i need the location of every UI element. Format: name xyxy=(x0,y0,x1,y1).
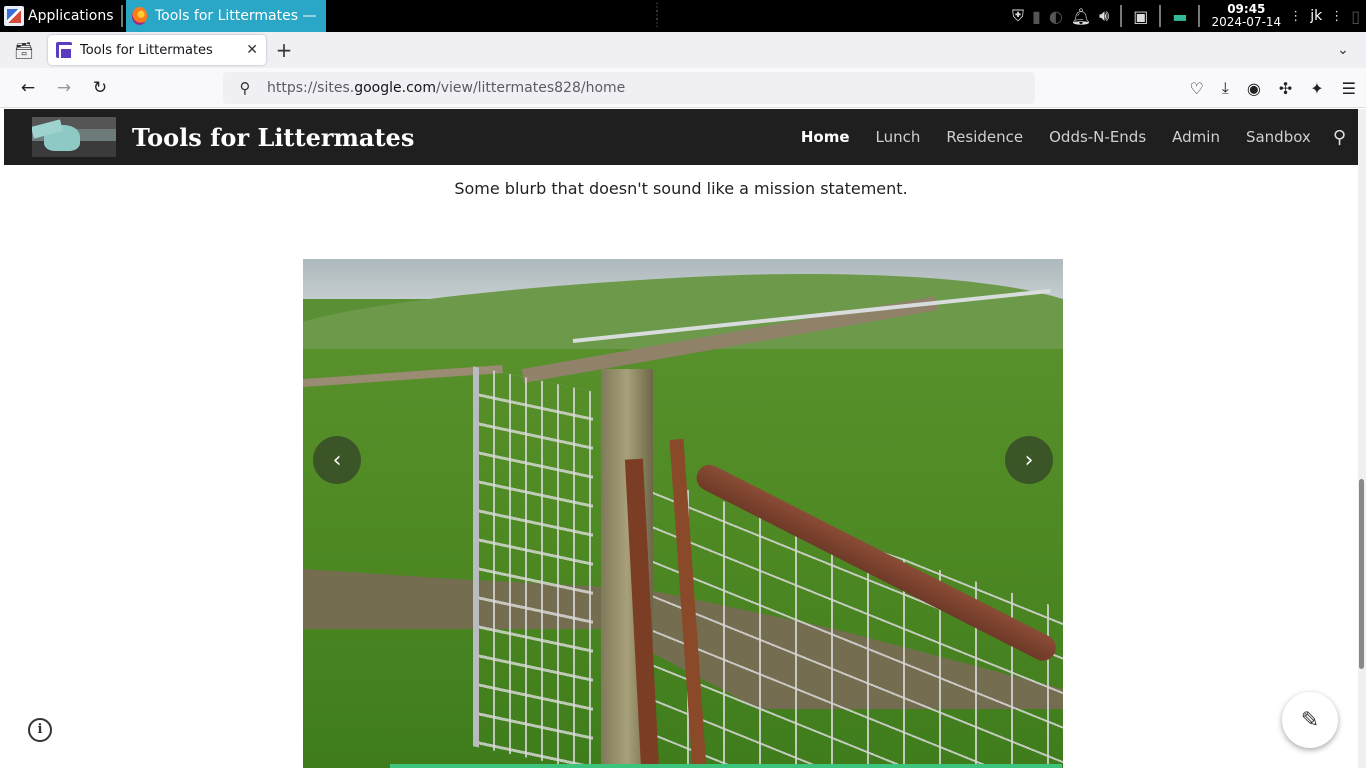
account-icon[interactable]: ◉ xyxy=(1247,79,1261,98)
nav-lunch[interactable]: Lunch xyxy=(876,128,921,146)
url-scheme: https://sites. xyxy=(267,80,355,96)
system-monitor-icon[interactable]: ▣ xyxy=(1133,7,1148,26)
url-bar[interactable]: ⚲ https://sites. google.com/view/litterma… xyxy=(223,72,1035,104)
user-label[interactable]: jk xyxy=(1310,8,1322,24)
shield-icon[interactable]: ⛨ xyxy=(1012,6,1024,26)
back-button[interactable]: ← xyxy=(10,78,46,98)
photo-metal-gate xyxy=(473,366,593,768)
new-tab-button[interactable]: + xyxy=(266,38,302,62)
info-icon[interactable]: i xyxy=(28,718,52,742)
taskbar-separator xyxy=(120,5,123,27)
applications-menu-button[interactable]: Applications xyxy=(0,0,118,32)
downloads-icon[interactable]: ⤓ xyxy=(1222,78,1229,98)
site-logo[interactable] xyxy=(32,117,116,157)
chevron-left-icon[interactable]: ‹ xyxy=(313,436,361,484)
page-load-progress xyxy=(390,764,1062,768)
applications-label: Applications xyxy=(28,8,114,24)
nav-home[interactable]: Home xyxy=(801,128,850,146)
nav-sandbox[interactable]: Sandbox xyxy=(1246,128,1311,146)
page-scrollbar[interactable] xyxy=(1358,109,1366,768)
taskbar-window-firefox[interactable]: Tools for Littermates — M… xyxy=(125,0,326,32)
url-host: google.com xyxy=(354,80,436,96)
extension-icon[interactable]: ✦ xyxy=(1310,79,1323,98)
more-icon[interactable]: ⋮ xyxy=(1330,9,1343,24)
clock[interactable]: 09:45 2024-07-14 xyxy=(1211,3,1281,29)
nav-odds-n-ends[interactable]: Odds-N-Ends xyxy=(1049,128,1146,146)
list-all-tabs-icon[interactable]: ⌄ xyxy=(1320,42,1366,58)
chevron-right-icon[interactable]: › xyxy=(1005,436,1053,484)
browser-navigation-bar: ← → ↻ ⚲ https://sites. google.com/view/li… xyxy=(0,68,1366,108)
browser-tab-bar: 🗃︎ Tools for Littermates ✕ + ⌄ xyxy=(0,32,1366,68)
tab-title: Tools for Littermates xyxy=(80,42,213,58)
pocket-icon[interactable]: ♡ xyxy=(1189,79,1203,98)
applications-logo-icon xyxy=(4,6,24,26)
page-blurb: Some blurb that doesn't sound like a mis… xyxy=(454,179,908,198)
clock-date: 2024-07-14 xyxy=(1211,15,1282,29)
tray-separator xyxy=(1159,5,1162,27)
search-icon: ⚲ xyxy=(239,79,251,97)
tab-overview-icon[interactable]: 🗃︎ xyxy=(0,41,48,60)
firefox-icon xyxy=(131,7,147,25)
google-sites-favicon-icon xyxy=(56,42,73,61)
night-light-icon[interactable]: ◐ xyxy=(1049,7,1063,26)
reload-button[interactable]: ↻ xyxy=(82,78,118,98)
site-search-icon[interactable]: ⚲ xyxy=(1333,127,1346,148)
close-tab-icon[interactable]: ✕ xyxy=(246,42,258,58)
notification-bell-icon[interactable]: 🔔︎ xyxy=(1071,7,1091,26)
extensions-icon[interactable]: ✣ xyxy=(1279,79,1292,98)
taskbar-drag-handle[interactable]: ⋮ ⋮ ⋮ xyxy=(652,3,662,29)
forward-button[interactable]: → xyxy=(46,78,82,98)
url-path: /view/littermates828/home xyxy=(435,80,626,96)
more-icon[interactable]: ⋮ xyxy=(1289,9,1302,24)
nav-admin[interactable]: Admin xyxy=(1172,128,1220,146)
tray-separator xyxy=(1198,5,1201,27)
site-title[interactable]: Tools for Littermates xyxy=(132,123,414,152)
site-header: Tools for Littermates Home Lunch Residen… xyxy=(4,109,1362,165)
os-taskbar: Applications Tools for Littermates — M… … xyxy=(0,0,1366,32)
display-icon[interactable]: ▬ xyxy=(1172,7,1187,26)
battery-icon[interactable]: ▯ xyxy=(1351,7,1360,26)
tab-tools-for-littermates[interactable]: Tools for Littermates ✕ xyxy=(48,35,266,65)
browser-toolbar: ♡ ⤓ ◉ ✣ ✦ ☰ xyxy=(1189,68,1356,108)
carousel-image xyxy=(303,259,1063,768)
page-content: Some blurb that doesn't sound like a mis… xyxy=(0,165,1358,768)
pencil-icon[interactable]: ✎ xyxy=(1282,692,1338,748)
system-tray: ⛨ ▮ ◐ 🔔︎ 🔊︎ ▣ ▬ 09:45 2024-07-14 ⋮ jk ⋮ … xyxy=(1012,0,1366,32)
site-navigation: Home Lunch Residence Odds-N-Ends Admin S… xyxy=(801,128,1311,146)
scrollbar-thumb[interactable] xyxy=(1359,479,1364,669)
taskbar-window-title: Tools for Littermates — M… xyxy=(154,8,320,24)
volume-icon[interactable]: 🔊︎ xyxy=(1099,6,1109,26)
nav-residence[interactable]: Residence xyxy=(946,128,1023,146)
signal-icon[interactable]: ▮ xyxy=(1032,7,1041,26)
menu-icon[interactable]: ☰ xyxy=(1342,79,1356,98)
tray-separator xyxy=(1120,5,1123,27)
